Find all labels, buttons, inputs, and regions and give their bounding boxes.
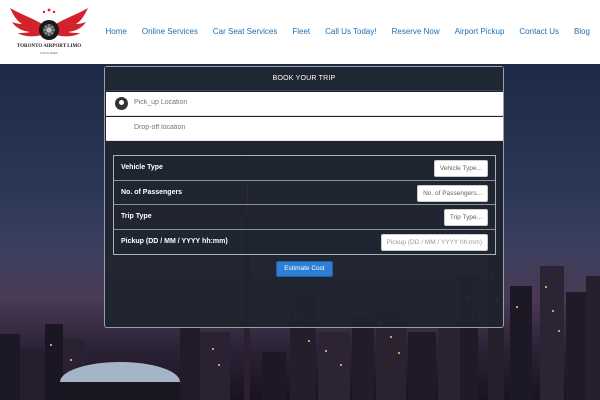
main-nav: Home Online Services Car Seat Services F… <box>106 27 590 36</box>
booking-panel: BOOK YOUR TRIP Vehicle Type Vehicle Type… <box>104 66 504 328</box>
nav-car-seat-services[interactable]: Car Seat Services <box>213 27 277 36</box>
winged-wheel-logo-icon <box>10 8 88 40</box>
form-row-pickup-datetime: Pickup (DD / MM / YYYY hh:mm) Pickup (DD… <box>114 230 495 255</box>
nav-contact-us[interactable]: Contact Us <box>519 27 559 36</box>
logo-name: TORONTO AIRPORT LIMO <box>16 44 82 49</box>
passengers-label: No. of Passengers <box>121 188 183 196</box>
nav-airport-pickup[interactable]: Airport Pickup <box>455 27 505 36</box>
trip-type-select[interactable]: Trip Type... <box>443 209 488 226</box>
pickup-datetime-label: Pickup (DD / MM / YYYY hh:mm) <box>121 237 228 245</box>
logo-tagline: GTA & AREA <box>40 51 58 55</box>
site-logo[interactable]: TORONTO AIRPORT LIMO GTA & AREA <box>8 6 90 58</box>
site-header: TORONTO AIRPORT LIMO GTA & AREA Home Onl… <box>0 0 600 64</box>
pickup-datetime-input[interactable]: Pickup (DD / MM / YYYY hh:mm) <box>380 233 488 251</box>
form-row-passengers: No. of Passengers No. of Passengers... <box>114 181 495 205</box>
nav-blog[interactable]: Blog <box>574 27 590 36</box>
pickup-location-row <box>106 92 503 116</box>
dropoff-location-row <box>106 117 503 141</box>
pickup-location-input[interactable] <box>134 99 434 106</box>
nav-online-services[interactable]: Online Services <box>142 27 198 36</box>
nav-reserve-now[interactable]: Reserve Now <box>392 27 440 36</box>
passengers-select[interactable]: No. of Passengers... <box>417 184 488 202</box>
nav-call-us[interactable]: Call Us Today! <box>325 27 376 36</box>
vehicle-type-select[interactable]: Vehicle Type... <box>433 160 488 177</box>
estimate-cost-button[interactable]: Estimate Cost <box>276 261 333 277</box>
trip-type-label: Trip Type <box>121 213 152 220</box>
form-row-trip-type: Trip Type Trip Type... <box>114 205 495 230</box>
dropoff-location-input[interactable] <box>134 124 434 131</box>
form-row-vehicle-type: Vehicle Type Vehicle Type... <box>114 156 495 181</box>
map-pin-icon <box>115 97 128 110</box>
booking-title: BOOK YOUR TRIP <box>105 67 503 91</box>
vehicle-type-label: Vehicle Type <box>121 164 163 171</box>
nav-home[interactable]: Home <box>106 27 127 36</box>
trip-details-form: Vehicle Type Vehicle Type... No. of Pass… <box>113 155 496 255</box>
nav-fleet[interactable]: Fleet <box>292 27 310 36</box>
